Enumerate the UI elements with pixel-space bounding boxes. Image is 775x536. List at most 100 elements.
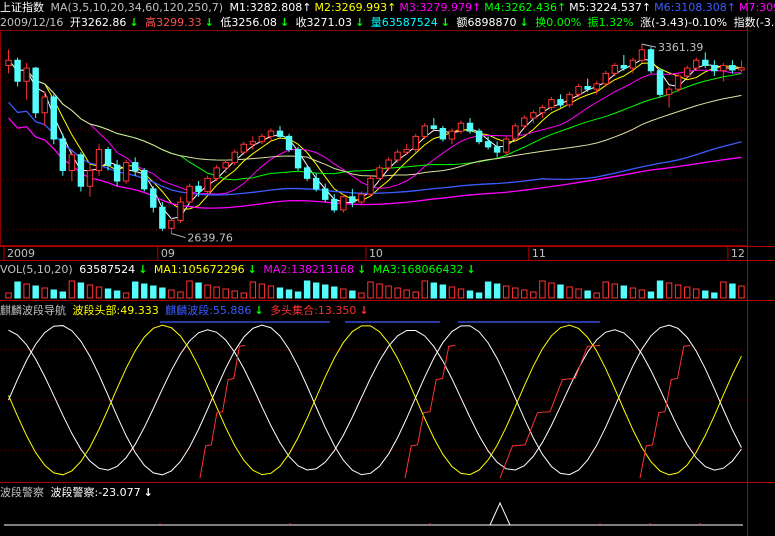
- candle-body: [14, 59, 21, 82]
- candle-body: [738, 67, 745, 71]
- volume-bar: [575, 288, 582, 299]
- x-axis-label: 12: [731, 247, 745, 260]
- volume-bar: [738, 285, 745, 299]
- volume-bar: [23, 283, 30, 299]
- volume-bar: [231, 290, 238, 299]
- volume-bar: [683, 286, 691, 299]
- candle-body: [475, 130, 483, 143]
- volume-bar: [693, 288, 700, 299]
- candle-body: [113, 164, 121, 182]
- volume-bar: [249, 281, 257, 299]
- volume-bar: [267, 285, 275, 299]
- volume-bar: [95, 286, 103, 299]
- wave-bull: 多头集合:13.350: [270, 304, 357, 317]
- candle-body: [322, 188, 329, 200]
- candle-body: [68, 154, 76, 171]
- volume-bar: [122, 292, 130, 299]
- candle-body: [104, 149, 112, 166]
- vol-ma1: MA1:105672296: [153, 263, 245, 276]
- candle-body: [611, 65, 619, 74]
- candle-body: [276, 130, 284, 137]
- quote-index-change: 指数(-3.43)-0.10%: [733, 16, 775, 29]
- down-arrow-icon: ↓: [355, 16, 365, 29]
- volume-bar: [367, 281, 374, 299]
- candle-body: [303, 167, 311, 179]
- ma-line-34: [8, 59, 742, 177]
- candle-body: [168, 219, 175, 229]
- candle-body: [493, 146, 501, 153]
- ma-value-7: M7:3095.511: [738, 1, 775, 14]
- volume-bar: [611, 283, 619, 299]
- candle-body: [59, 138, 67, 171]
- volume-bar: [548, 282, 555, 299]
- candle-body: [5, 59, 12, 66]
- quote-bar: 2009/12/16 开3262.86 ↓ 高3299.33 ↓ 低3256.08 ↓…: [0, 15, 775, 30]
- volume-bar: [86, 284, 94, 299]
- candle-body: [484, 141, 492, 148]
- volume-bar: [222, 288, 229, 299]
- ma-line-120: [8, 117, 742, 209]
- candle-body: [602, 72, 609, 85]
- candle-body: [421, 125, 428, 137]
- volume-bar: [258, 283, 266, 299]
- candle-body: [150, 188, 157, 208]
- volume-bar: [674, 284, 682, 299]
- down-arrow-icon: ↓: [519, 16, 529, 29]
- ma-value-3: M3:3279.979↑: [399, 1, 482, 14]
- candle-body: [566, 93, 573, 106]
- quote-open: 开3262.86: [69, 16, 127, 29]
- volume-bar: [647, 291, 655, 299]
- volume-bar: [665, 282, 673, 299]
- quote-volume: 量63587524: [370, 16, 438, 29]
- volume-bar: [638, 289, 646, 299]
- candle-body: [593, 83, 600, 90]
- candle-body: [502, 138, 510, 153]
- wave-head: 波段头部:49.333: [72, 304, 159, 317]
- volume-bar: [385, 285, 392, 299]
- volume-bar: [358, 292, 365, 299]
- ma-line-20: [8, 59, 742, 181]
- volume-bar: [168, 289, 175, 299]
- down-arrow-icon: ↓: [440, 16, 450, 29]
- candle-body: [656, 70, 664, 95]
- ma-value-4: M4:3262.436↑: [484, 1, 567, 14]
- volume-bar: [113, 290, 121, 299]
- volume-bar: [186, 280, 193, 299]
- candle-body: [131, 162, 139, 171]
- wave-red-line: [499, 344, 601, 479]
- volume-bar: [466, 290, 474, 299]
- volume-bar: [448, 286, 456, 299]
- volume-bar: [656, 280, 664, 299]
- volume-bar: [557, 284, 564, 299]
- candle-body: [340, 196, 347, 211]
- volume-bar: [77, 282, 85, 299]
- volume-bar: [475, 292, 483, 299]
- vol-ma2: MA2:138213168: [263, 263, 355, 276]
- volume-bar: [41, 287, 48, 299]
- candle-body: [294, 149, 302, 169]
- candle-body: [665, 88, 673, 95]
- volume-bar: [539, 280, 546, 299]
- vol-label: VOL(5,10,20): [0, 263, 73, 276]
- candle-body: [385, 159, 392, 169]
- candle-body: [23, 67, 30, 82]
- candle-body: [430, 125, 438, 129]
- volume-bar: [159, 287, 166, 299]
- wave-value: 麒麟波段:55.886: [165, 304, 252, 317]
- volume-bar: [512, 287, 519, 299]
- down-arrow-icon: ↓: [359, 304, 369, 317]
- candle-body: [186, 185, 193, 203]
- alert-spike: [489, 501, 511, 526]
- candle-body: [285, 135, 293, 150]
- volume-bar: [104, 288, 112, 299]
- vol-value: 63587524: [79, 263, 136, 276]
- candle-body: [539, 107, 546, 114]
- ma-header: 上证指数 MA(3,5,10,20,34,60,120,250,7) M1:32…: [0, 0, 775, 15]
- wave-white-line: [8, 324, 742, 476]
- candle-body: [638, 49, 646, 61]
- volume-bar: [502, 285, 510, 299]
- volume-bar: [457, 288, 465, 299]
- x-axis-label: 11: [532, 247, 546, 260]
- index-name: 上证指数: [0, 1, 44, 14]
- candle-body: [403, 149, 410, 153]
